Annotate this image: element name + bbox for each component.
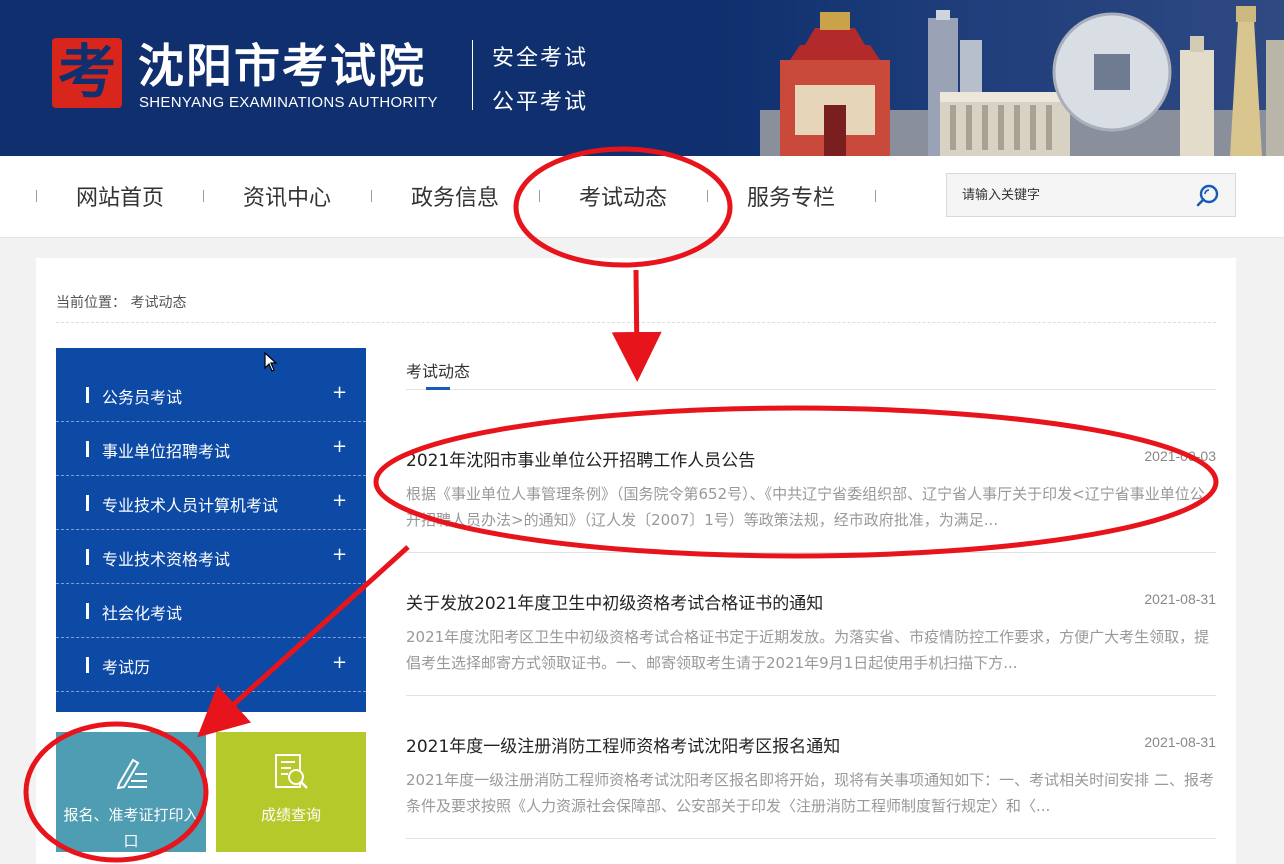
sidebar-item-label: 专业技术资格考试 <box>102 550 231 569</box>
nav-item-exam-news[interactable]: 考试动态 <box>579 180 667 212</box>
news-title-2[interactable]: 关于发放2021年度卫生中初级资格考试合格证书的通知 <box>406 589 823 614</box>
site-subtitle: SHENYANG EXAMINATIONS AUTHORITY <box>139 94 438 111</box>
section-title-accent <box>426 387 450 390</box>
sidebar-item-marker <box>86 603 89 619</box>
nav-separator <box>875 190 876 202</box>
nav-separator <box>539 190 540 202</box>
expand-icon[interactable]: + <box>332 490 347 511</box>
news-divider <box>406 695 1216 696</box>
sidebar-item-exam-calendar[interactable]: 考试历 + <box>56 638 366 692</box>
nav-item-news[interactable]: 资讯中心 <box>243 180 331 212</box>
nav-separator <box>203 190 204 202</box>
sidebar-item-marker <box>86 549 89 565</box>
score-query-tile[interactable]: 成绩查询 <box>216 732 366 852</box>
sidebar-item-qualification[interactable]: 专业技术资格考试 + <box>56 530 366 584</box>
logo-icon[interactable]: 考 <box>50 34 124 110</box>
section-divider <box>406 389 1216 390</box>
nav-item-home[interactable]: 网站首页 <box>76 180 164 212</box>
news-divider <box>406 838 1216 839</box>
breadcrumb-divider <box>56 322 1216 323</box>
sidebar-item-label: 社会化考试 <box>102 604 183 623</box>
sidebar-item-label: 考试历 <box>102 658 151 677</box>
sidebar-item-public-institution[interactable]: 事业单位招聘考试 + <box>56 422 366 476</box>
slogan-line-1: 安全考试 <box>492 46 589 71</box>
site-header: 考 沈阳市考试院 SHENYANG EXAMINATIONS AUTHORITY… <box>0 0 1284 156</box>
sidebar-item-marker <box>86 441 89 457</box>
nav-separator <box>36 190 37 202</box>
news-summary-2: 2021年度沈阳考区卫生中初级资格考试合格证书定于近期发放。为落实省、市疫情防控… <box>406 628 1210 672</box>
search-input[interactable] <box>947 174 1187 216</box>
expand-icon[interactable]: + <box>332 382 347 403</box>
expand-icon[interactable]: + <box>332 544 347 565</box>
sidebar-item-label: 专业技术人员计算机考试 <box>102 496 279 515</box>
sidebar-item-marker <box>86 657 89 673</box>
news-title-1[interactable]: 2021年沈阳市事业单位公开招聘工作人员公告 <box>406 446 755 471</box>
sidebar-item-civil-service[interactable]: 公务员考试 + <box>56 368 366 422</box>
sidebar-item-marker <box>86 387 89 403</box>
news-date-2: 2021-08-31 <box>1144 591 1216 607</box>
mouse-cursor-icon <box>264 352 278 372</box>
score-query-tile-label: 成绩查询 <box>260 806 321 824</box>
sidebar-item-social-exam[interactable]: 社会化考试 <box>56 584 366 638</box>
news-summary-1: 根据《事业单位人事管理条例》（国务院令第652号）、《中共辽宁省委组织部、辽宁省… <box>406 485 1205 529</box>
sidebar-item-computer-exam[interactable]: 专业技术人员计算机考试 + <box>56 476 366 530</box>
main-nav: 网站首页 资讯中心 政务信息 考试动态 服务专栏 <box>0 156 1284 238</box>
nav-item-services[interactable]: 服务专栏 <box>747 180 835 212</box>
registration-tile-label-1: 报名、准考证打印入 <box>63 806 199 824</box>
sidebar-item-marker <box>86 495 89 511</box>
news-date-3: 2021-08-31 <box>1144 734 1216 750</box>
document-search-icon <box>275 754 308 789</box>
breadcrumb-current[interactable]: 考试动态 <box>130 295 186 311</box>
section-title: 考试动态 <box>406 362 471 381</box>
sidebar-item-label: 事业单位招聘考试 <box>102 442 231 461</box>
news-summary-3: 2021年度一级注册消防工程师资格考试沈阳考区报名即将开始，现将有关事项通知如下… <box>406 771 1214 815</box>
breadcrumb: 当前位置： 考试动态 <box>56 292 186 312</box>
city-skyline-illustration <box>760 6 1284 156</box>
nav-item-government[interactable]: 政务信息 <box>411 180 499 212</box>
category-sidebar: 公务员考试 + 事业单位招聘考试 + 专业技术人员计算机考试 + 专业技术资格考… <box>56 348 366 712</box>
registration-tile-label-2: 口 <box>123 832 139 850</box>
header-divider <box>472 40 473 110</box>
pen-list-icon <box>116 758 147 790</box>
registration-tile[interactable]: 报名、准考证打印入 口 <box>56 732 206 852</box>
news-divider <box>406 552 1216 553</box>
logo-glyph: 考 <box>58 38 116 106</box>
site-title: 沈阳市考试院 <box>138 39 426 93</box>
sidebar-item-label: 公务员考试 <box>102 388 183 407</box>
slogan-line-2: 公平考试 <box>492 90 589 115</box>
nav-separator <box>371 190 372 202</box>
breadcrumb-prefix: 当前位置： <box>56 295 126 311</box>
news-date-1: 2021-09-03 <box>1144 448 1216 464</box>
expand-icon[interactable]: + <box>332 436 347 457</box>
nav-separator <box>707 190 708 202</box>
news-title-3[interactable]: 2021年度一级注册消防工程师资格考试沈阳考区报名通知 <box>406 732 840 757</box>
search-icon[interactable] <box>1195 183 1221 209</box>
expand-icon[interactable]: + <box>332 652 347 673</box>
search-box <box>946 173 1236 217</box>
